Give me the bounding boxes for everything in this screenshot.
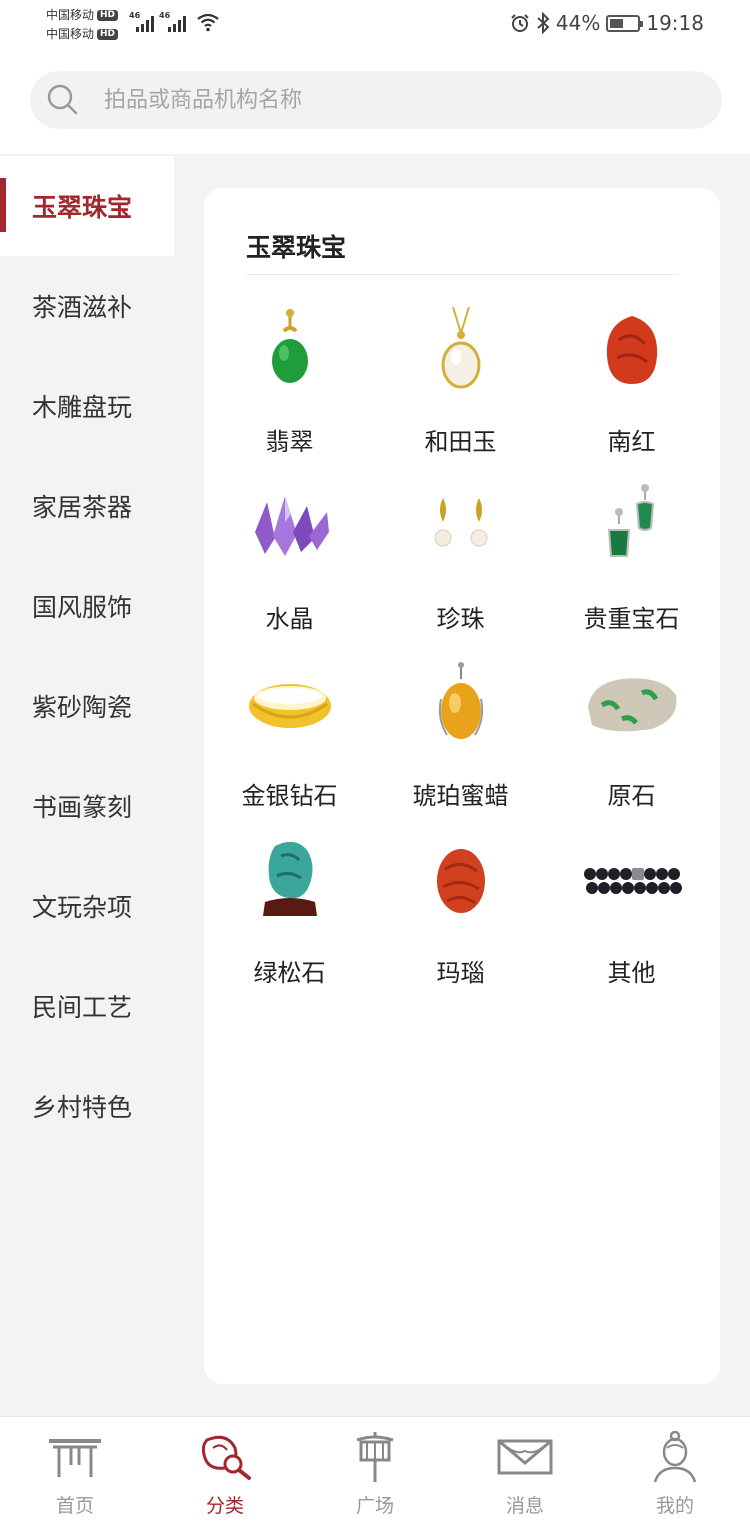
subcategory-item-gemstone[interactable]: 贵重宝石: [546, 477, 717, 634]
battery-icon: [606, 14, 644, 32]
sidebar-item-collectibles[interactable]: 文玩杂项: [0, 856, 174, 956]
subcategory-item-crystal[interactable]: 水晶: [204, 477, 375, 634]
sidebar-item-label: 茶酒滋补: [32, 293, 133, 322]
subcategory-item-turquoise[interactable]: 绿松石: [204, 831, 375, 988]
sidebar-item-label: 乡村特色: [32, 1093, 133, 1122]
gold-bangle-icon: [240, 654, 340, 754]
sidebar-item-folk-crafts[interactable]: 民间工艺: [0, 956, 174, 1056]
search-icon: [46, 83, 80, 117]
hetian-jade-pendant-icon: [411, 300, 511, 400]
home-gate-icon: [45, 1429, 105, 1485]
sidebar-item-zisha-ceramics[interactable]: 紫砂陶瓷: [0, 656, 174, 756]
tab-label: 首页: [55, 1495, 94, 1517]
sidebar-item-label: 民间工艺: [32, 993, 133, 1022]
subcategory-label: 原石: [607, 782, 656, 810]
subcategory-item-gold-diamond[interactable]: 金银钻石: [204, 654, 375, 811]
search-header: [0, 50, 750, 154]
alarm-icon: [511, 14, 529, 32]
pearl-earrings-icon: [411, 477, 511, 577]
category-sidebar: 玉翠珠宝 茶酒滋补 木雕盘玩 家居茶器 国风服饰 紫砂陶瓷 书画篆刻 文玩杂项 …: [0, 156, 174, 1156]
subcategory-label: 玛瑙: [436, 959, 485, 987]
clock-time: 19:18: [646, 11, 704, 35]
subcategory-label: 金银钻石: [241, 782, 338, 810]
subcategory-item-nanhong[interactable]: 南红: [546, 300, 717, 457]
hd-badge: HD: [97, 10, 119, 21]
sidebar-item-label: 木雕盘玩: [32, 393, 133, 422]
sidebar-item-rural-specialty[interactable]: 乡村特色: [0, 1056, 174, 1156]
subcategory-item-raw-stone[interactable]: 原石: [546, 654, 717, 811]
search-bar[interactable]: [30, 71, 722, 129]
hd-badge: HD: [97, 29, 119, 40]
divider: [246, 274, 678, 275]
tab-label: 我的: [655, 1495, 694, 1517]
wifi-icon: [197, 13, 219, 32]
sidebar-item-label: 家居茶器: [32, 493, 133, 522]
subcategory-item-other[interactable]: 其他: [546, 831, 717, 988]
signal-strength-icon: 46: [129, 11, 154, 32]
signal-strength-icon: 46: [159, 11, 190, 32]
raw-stone-icon: [582, 654, 682, 754]
tab-home[interactable]: 首页: [0, 1417, 150, 1528]
sidebar-item-label: 国风服饰: [32, 593, 133, 622]
status-right: 44% 19:18: [510, 11, 704, 35]
subcategory-label: 其他: [607, 959, 656, 987]
subcategory-label: 水晶: [265, 605, 314, 633]
signal-indicators: 46 46: [129, 11, 220, 32]
sidebar-item-home-tea-ware[interactable]: 家居茶器: [0, 456, 174, 556]
tab-label: 分类: [205, 1495, 244, 1517]
jade-pendant-icon: [240, 300, 340, 400]
amber-pendant-icon: [411, 654, 511, 754]
subcategory-label: 南红: [607, 428, 656, 456]
sidebar-item-jade-jewelry[interactable]: 玉翠珠宝: [0, 156, 174, 256]
bluetooth-icon: [537, 12, 550, 34]
sidebar-item-label: 文玩杂项: [32, 893, 133, 922]
sidebar-item-national-apparel[interactable]: 国风服饰: [0, 556, 174, 656]
sidebar-item-label: 玉翠珠宝: [32, 193, 133, 222]
plaza-lantern-icon: [345, 1429, 405, 1485]
message-icon: [495, 1429, 555, 1485]
turquoise-icon: [240, 831, 340, 931]
subcategory-item-feicui[interactable]: 翡翠: [204, 300, 375, 457]
subcategory-label: 珍珠: [436, 605, 485, 633]
panel-title: 玉翠珠宝: [246, 233, 347, 262]
subcategory-item-agate[interactable]: 玛瑙: [375, 831, 546, 988]
subcategory-grid: 翡翠 和田玉 南红 水晶 珍珠 贵重宝石 金银钻石 琥珀蜜蜡 原石 绿松石 玛瑙…: [204, 300, 720, 988]
tab-label: 消息: [505, 1495, 544, 1517]
sidebar-item-calligraphy-seal[interactable]: 书画篆刻: [0, 756, 174, 856]
sidebar-item-wood-carving[interactable]: 木雕盘玩: [0, 356, 174, 456]
subcategory-panel: 玉翠珠宝 翡翠 和田玉 南红 水晶 珍珠 贵重宝石 金银钻石 琥珀蜜蜡 原石 绿…: [204, 188, 720, 1384]
sidebar-item-label: 书画篆刻: [32, 793, 133, 822]
subcategory-label: 和田玉: [424, 428, 497, 456]
agate-icon: [411, 831, 511, 931]
carrier-2-label: 中国移动: [46, 27, 95, 41]
bottom-tab-bar: 首页 分类 广场 消息 我的: [0, 1416, 750, 1528]
tab-profile[interactable]: 我的: [600, 1417, 750, 1528]
tab-label: 广场: [355, 1495, 394, 1517]
carrier-info: 中国移动 HD 中国移动 HD: [46, 6, 119, 44]
red-agate-icon: [582, 300, 682, 400]
tab-plaza[interactable]: 广场: [300, 1417, 450, 1528]
subcategory-item-hetian-jade[interactable]: 和田玉: [375, 300, 546, 457]
subcategory-label: 琥珀蜜蜡: [412, 782, 509, 810]
bead-bracelet-icon: [582, 831, 682, 931]
subcategory-item-pearl[interactable]: 珍珠: [375, 477, 546, 634]
subcategory-label: 绿松石: [253, 959, 326, 987]
status-bar: 中国移动 HD 中国移动 HD 46 46 44% 19:18: [0, 0, 750, 50]
battery-percent: 44%: [555, 11, 601, 35]
subcategory-label: 翡翠: [265, 428, 314, 456]
tab-category[interactable]: 分类: [150, 1417, 300, 1528]
search-input[interactable]: [104, 87, 664, 113]
sidebar-item-label: 紫砂陶瓷: [32, 693, 133, 722]
gemstone-earrings-icon: [582, 477, 682, 577]
tab-messages[interactable]: 消息: [450, 1417, 600, 1528]
subcategory-item-amber[interactable]: 琥珀蜜蜡: [375, 654, 546, 811]
crystal-icon: [240, 477, 340, 577]
profile-icon: [645, 1429, 705, 1485]
carrier-1-label: 中国移动: [46, 8, 95, 22]
subcategory-label: 贵重宝石: [583, 605, 680, 633]
sidebar-item-tea-wine[interactable]: 茶酒滋补: [0, 256, 174, 356]
category-icon: [195, 1429, 255, 1485]
